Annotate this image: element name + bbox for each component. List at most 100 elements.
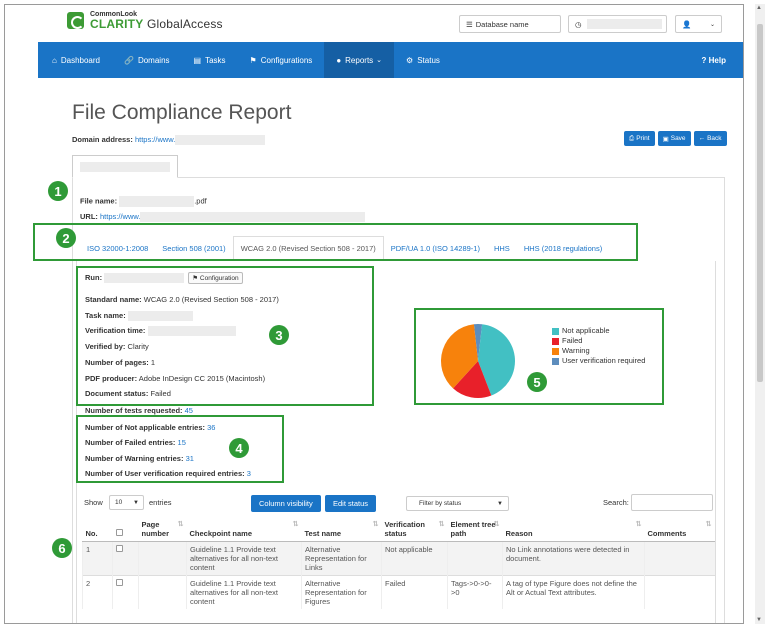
header-test-name-label: Test name [304, 529, 342, 538]
annotation-badge-4: 4 [229, 438, 249, 458]
header-checkpoint[interactable]: Checkpoint name ⇅ [186, 517, 302, 542]
table-row[interactable]: 2 Guideline 1.1 Provide text alternative… [82, 575, 715, 609]
status-filter-value: Filter by status [419, 500, 462, 507]
table-header-row: No. Page number ⇅ Checkpoint name ⇅ Test n… [82, 517, 715, 542]
nav-domains-label: Domains [137, 55, 170, 65]
user-icon: 👤 [682, 19, 692, 29]
cell-status: Not applicable [381, 541, 448, 576]
file-url-row: URL: https://www. [80, 212, 366, 223]
cell-no: 2 [82, 575, 113, 609]
header-no[interactable]: No. [82, 517, 113, 542]
back-label: Back [707, 135, 722, 142]
save-button[interactable]: ▣ Save [657, 131, 691, 146]
edit-status-button[interactable]: Edit status [325, 495, 377, 512]
sort-icon: ⇅ [438, 521, 445, 528]
clock-icon: ◷ [575, 19, 582, 29]
nav-tasks-label: Tasks [205, 55, 226, 65]
cell-checkpoint: Guideline 1.1 Provide text alternatives … [186, 541, 302, 576]
scroll-up-icon[interactable]: ▲ [756, 5, 762, 11]
logo-brand: CLARITY [90, 17, 144, 31]
timezone-selector[interactable]: ◷ [568, 15, 667, 33]
scrollbar-thumb[interactable] [757, 24, 763, 382]
user-menu[interactable]: 👤 ⌄ [675, 15, 722, 33]
caret-down-icon: ▼ [133, 499, 139, 506]
print-button[interactable]: ⎙ Print [624, 131, 655, 146]
cell-select [112, 541, 139, 576]
nav-status[interactable]: ⚙ Status [394, 42, 452, 78]
logo-product: GlobalAccess [146, 17, 223, 31]
file-name-suffix: .pdf [194, 196, 207, 206]
sort-icon: ⇅ [372, 521, 379, 528]
header-test-name[interactable]: Test name ⇅ [301, 517, 382, 542]
domain-address: Domain address: https://www. [72, 135, 266, 146]
annotation-badge-5: 5 [527, 372, 547, 392]
header-select-all[interactable] [112, 517, 139, 542]
domain-label: Domain address: [72, 135, 133, 144]
sort-icon: ⇅ [493, 521, 500, 528]
tests-requested-row: Number of tests requested: 45 [85, 406, 193, 415]
nav-dashboard[interactable]: ⌂ Dashboard [38, 42, 112, 78]
page-title: File Compliance Report [72, 101, 292, 124]
page-length-select[interactable]: 10 ▼ [109, 495, 144, 510]
redacted-value [175, 135, 266, 146]
sort-icon: ⇅ [705, 521, 712, 528]
redacted-value [80, 162, 170, 172]
row-checkbox[interactable] [116, 579, 123, 586]
scroll-down-icon[interactable]: ▼ [756, 617, 762, 623]
print-icon: ⎙ [629, 134, 635, 142]
nav-dashboard-label: Dashboard [60, 55, 100, 65]
sort-icon: ⇅ [292, 521, 299, 528]
cell-no: 1 [82, 541, 113, 576]
header-reason-label: Reason [505, 529, 533, 538]
nav-configurations[interactable]: ⚑ Configurations [238, 42, 325, 78]
header-comments[interactable]: Comments ⇅ [644, 517, 715, 542]
status-filter-select[interactable]: Filter by status ▼ [406, 496, 509, 511]
cell-comments [644, 541, 715, 576]
annotation-box-run-details [76, 266, 374, 406]
database-label: Database name [475, 19, 529, 29]
cell-status: Failed [381, 575, 448, 609]
cell-reason: No Link annotations were detected in doc… [502, 541, 645, 576]
tests-requested-value[interactable]: 45 [185, 406, 193, 415]
table-controls: Show 10 ▼ entries Column visibility Edit… [84, 494, 714, 513]
cell-path: Tags->0->0->0 [447, 575, 503, 609]
row-checkbox[interactable] [116, 545, 123, 552]
file-name-row: File name: .pdf [80, 196, 207, 207]
select-all-checkbox[interactable] [115, 529, 123, 536]
domain-link[interactable]: https://www. [135, 135, 175, 144]
cell-comments [644, 575, 715, 609]
annotation-box-counts [76, 415, 284, 483]
database-selector[interactable]: ☰ Database name [459, 15, 561, 33]
vertical-scrollbar[interactable]: ▲ ▼ [755, 4, 765, 624]
sort-icon: ⇅ [635, 521, 642, 528]
nav-reports[interactable]: ● Reports ⌄ [324, 42, 395, 78]
nav-domains[interactable]: 🔗 Domains [112, 42, 182, 78]
main-navbar: ⌂ Dashboard 🔗 Domains ▤ Tasks ⚑ Configuratio… [38, 42, 743, 78]
cell-path [447, 541, 503, 576]
file-tab[interactable] [72, 155, 178, 178]
header-page-number[interactable]: Page number ⇅ [138, 517, 187, 542]
redacted-value [119, 196, 195, 207]
cell-select [112, 575, 139, 609]
header-no-label: No. [85, 529, 98, 538]
report-actions: ⎙ Print ▣ Save ← Back [624, 131, 727, 146]
search-input[interactable] [631, 494, 713, 511]
redacted-value [140, 212, 366, 223]
url-label: URL: [80, 212, 98, 221]
nav-help[interactable]: ? Help [690, 42, 743, 78]
app-logo[interactable]: CommonLook CLARITY GlobalAccess [67, 11, 223, 30]
annotation-badge-6: 6 [52, 538, 72, 558]
search-label: Search: [603, 498, 629, 507]
header-reason[interactable]: Reason ⇅ [502, 517, 645, 542]
table-row[interactable]: 1 Guideline 1.1 Provide text alternative… [82, 541, 715, 576]
annotation-box-tabs [33, 223, 638, 261]
column-visibility-button[interactable]: Column visibility [251, 495, 321, 512]
header-verification-status[interactable]: Verification status ⇅ [381, 517, 448, 542]
file-url-link[interactable]: https://www. [100, 212, 140, 221]
header-element-path[interactable]: Element tree path ⇅ [447, 517, 503, 542]
back-button[interactable]: ← Back [693, 131, 727, 146]
header-page-number-label: Page number [141, 520, 170, 538]
tag-icon: ⚑ [249, 55, 257, 65]
header-verification-status-label: Verification status [384, 520, 425, 538]
nav-tasks[interactable]: ▤ Tasks [182, 42, 238, 78]
